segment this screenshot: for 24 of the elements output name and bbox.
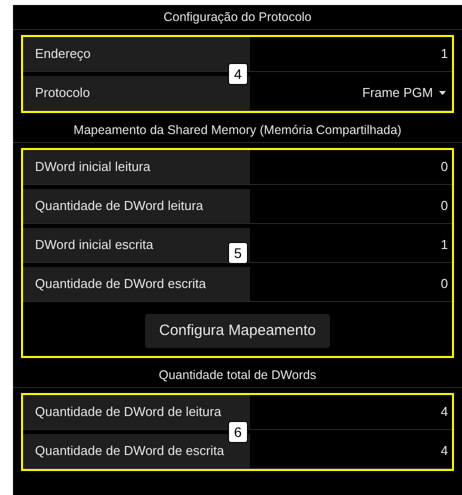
section-header: Mapeamento da Shared Memory (Memória Compartilhada) [74,122,402,139]
field-label: Protocolo [35,84,90,102]
value-field[interactable]: 0 [298,196,448,216]
value-field[interactable]: 0 [298,157,448,177]
protocol-dropdown[interactable]: Frame PGM [362,83,448,103]
field-label: Quantidade de DWord de leitura [35,403,222,422]
section-header: Configuração do Protocolo [163,8,312,26]
field-label: DWord inicial escrita [35,236,154,254]
value-field[interactable]: 1 [298,44,448,64]
value-field[interactable]: 4 [298,441,448,461]
field-label: Endereço [35,45,91,64]
callout-number: 4 [228,63,248,85]
field-label: DWord inicial leitura [35,158,150,176]
section-header: Quantidade total de DWords [158,366,316,384]
value-field[interactable]: 1 [298,235,448,255]
field-label: Quantidade de DWord leitura [35,197,204,216]
caret-icon [439,91,446,95]
configure-mapping-button[interactable]: Configura Mapeamento [145,314,330,348]
field-label: Quantidade de DWord escrita [35,275,206,294]
value-field[interactable]: 4 [298,402,448,422]
callout-number: 6 [228,421,248,443]
value-field[interactable]: 0 [298,274,448,294]
field-label: Quantidade de DWord de escrita [35,442,224,460]
callout-number: 5 [228,242,248,264]
